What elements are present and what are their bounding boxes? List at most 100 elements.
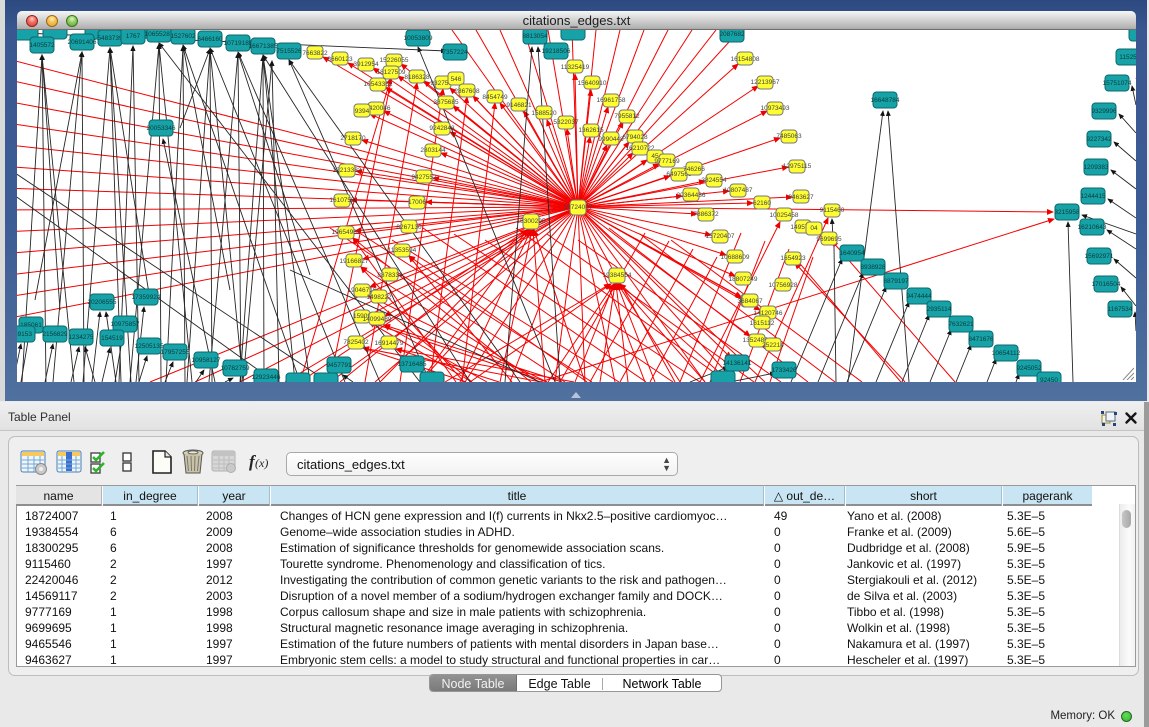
- svg-text:1640954: 1640954: [839, 250, 865, 257]
- svg-text:9115460: 9115460: [820, 207, 845, 214]
- svg-text:10025458: 10025458: [770, 212, 799, 219]
- svg-text:8267130: 8267130: [396, 224, 422, 231]
- svg-text:12213383: 12213383: [333, 167, 362, 174]
- svg-text:1234275: 1234275: [68, 334, 94, 341]
- svg-text:2803144: 2803144: [420, 147, 446, 154]
- svg-text:6466160: 6466160: [197, 36, 223, 43]
- svg-text:15692971: 15692971: [1085, 253, 1114, 260]
- svg-text:20691406: 20691406: [68, 39, 97, 46]
- svg-text:9457791: 9457791: [326, 362, 352, 369]
- svg-text:14099489: 14099489: [363, 316, 392, 323]
- svg-text:7886372: 7886372: [693, 211, 719, 218]
- svg-text:8878334: 8878334: [377, 272, 403, 279]
- svg-text:10654112: 10654112: [992, 350, 1021, 357]
- svg-text:5483739: 5483739: [97, 35, 123, 42]
- svg-text:10053809: 10053809: [404, 35, 433, 42]
- svg-text:3875685: 3875685: [433, 99, 459, 106]
- svg-text:9227342: 9227342: [1086, 136, 1112, 143]
- svg-text:10756928: 10756928: [769, 282, 798, 289]
- svg-text:7515526: 7515526: [276, 48, 302, 55]
- svg-text:1733426: 1733426: [771, 367, 797, 374]
- svg-text:14136141: 14136141: [723, 360, 752, 367]
- svg-text:9394: 9394: [355, 108, 370, 115]
- svg-text:7485063: 7485063: [776, 133, 802, 140]
- svg-text:1405572: 1405572: [29, 42, 55, 49]
- svg-text:13716485: 13716485: [398, 361, 427, 368]
- svg-text:15226055: 15226055: [380, 57, 409, 64]
- svg-text:11325419: 11325419: [561, 64, 590, 71]
- svg-text:8660123: 8660123: [327, 56, 353, 63]
- svg-text:17957255: 17957255: [161, 349, 190, 356]
- svg-text:2935114: 2935114: [927, 306, 952, 313]
- svg-text:1615112: 1615112: [750, 320, 775, 327]
- svg-text:9242843: 9242843: [429, 125, 455, 132]
- svg-text:1362615: 1362615: [578, 127, 604, 134]
- svg-text:12975115: 12975115: [783, 163, 812, 170]
- svg-text:12505135: 12505135: [135, 343, 164, 350]
- svg-text:3912954: 3912954: [353, 61, 379, 68]
- svg-text:2156829: 2156829: [42, 331, 68, 338]
- svg-text:18724007: 18724007: [564, 204, 593, 211]
- svg-text:12213967: 12213967: [751, 79, 780, 86]
- svg-text:7632621: 7632621: [948, 321, 974, 328]
- svg-text:5322037: 5322037: [553, 119, 579, 126]
- svg-text:1209383: 1209383: [1083, 164, 1109, 171]
- svg-text:8454749: 8454749: [482, 94, 508, 101]
- svg-text:18127509: 18127509: [377, 69, 406, 76]
- svg-text:9990448: 9990448: [598, 136, 624, 143]
- svg-text:20053346: 20053346: [147, 125, 176, 132]
- svg-text:6794028: 6794028: [622, 134, 648, 141]
- svg-text:746266: 746266: [683, 166, 705, 173]
- svg-text:16961758: 16961758: [597, 97, 626, 104]
- svg-text:7357224: 7357224: [442, 49, 468, 56]
- svg-text:9427552: 9427552: [411, 174, 437, 181]
- svg-text:2087682: 2087682: [719, 31, 745, 38]
- svg-text:19384554: 19384554: [603, 272, 632, 279]
- svg-text:1167534: 1167534: [1108, 306, 1133, 313]
- svg-text:7825402: 7825402: [343, 339, 369, 346]
- svg-text:252214: 252214: [762, 342, 784, 349]
- svg-text:16648784: 16648784: [871, 97, 900, 104]
- svg-text:9245052: 9245052: [1016, 365, 1042, 372]
- svg-text:15751074: 15751074: [1103, 80, 1132, 87]
- svg-text:10543362: 10543362: [364, 81, 393, 88]
- svg-text:1498222: 1498222: [366, 294, 392, 301]
- svg-text:3215958: 3215958: [1054, 209, 1080, 216]
- svg-text:18300295: 18300295: [517, 218, 546, 225]
- svg-text:10782759: 10782759: [221, 365, 250, 372]
- svg-text:9329996: 9329996: [1091, 108, 1117, 115]
- svg-text:39153: 39153: [17, 331, 32, 338]
- svg-text:18807249: 18807249: [729, 276, 758, 283]
- svg-text:10958127: 10958127: [192, 357, 221, 364]
- svg-text:7663822: 7663822: [302, 50, 328, 57]
- svg-text:3824554: 3824554: [701, 177, 727, 184]
- svg-text:2718170: 2718170: [340, 135, 366, 142]
- svg-text:62160: 62160: [753, 200, 771, 207]
- svg-text:10688609: 10688609: [721, 254, 750, 261]
- svg-text:8813054: 8813054: [522, 33, 548, 40]
- svg-text:2867608: 2867608: [454, 88, 480, 95]
- svg-text:8186328: 8186328: [404, 74, 430, 81]
- svg-text:16154808: 16154808: [731, 56, 760, 63]
- svg-text:8938928: 8938928: [860, 264, 886, 271]
- svg-text:20206555: 20206555: [88, 299, 117, 306]
- svg-text:19654982: 19654982: [332, 229, 361, 236]
- svg-text:9146821: 9146821: [506, 102, 532, 109]
- svg-text:19218506: 19218506: [542, 48, 571, 55]
- svg-text:11353594: 11353594: [388, 247, 417, 254]
- svg-text:16914479: 16914479: [375, 340, 404, 347]
- svg-text:12923446: 12923446: [252, 374, 281, 381]
- svg-text:1527602: 1527602: [170, 33, 196, 40]
- svg-text:19166827: 19166827: [340, 258, 369, 265]
- svg-text:9777169: 9777169: [654, 158, 680, 165]
- svg-text:17016504: 17016504: [1092, 281, 1121, 288]
- svg-text:10975857: 10975857: [111, 321, 140, 328]
- svg-text:16671385: 16671385: [249, 43, 278, 50]
- svg-text:8471676: 8471676: [968, 336, 994, 343]
- svg-text:15720407: 15720407: [706, 233, 735, 240]
- svg-text:1654923: 1654923: [780, 255, 806, 262]
- svg-text:20364436: 20364436: [677, 192, 706, 199]
- svg-text:17359924: 17359924: [132, 294, 161, 301]
- svg-text:9463627: 9463627: [788, 194, 814, 201]
- svg-text:1588520: 1588520: [531, 110, 557, 117]
